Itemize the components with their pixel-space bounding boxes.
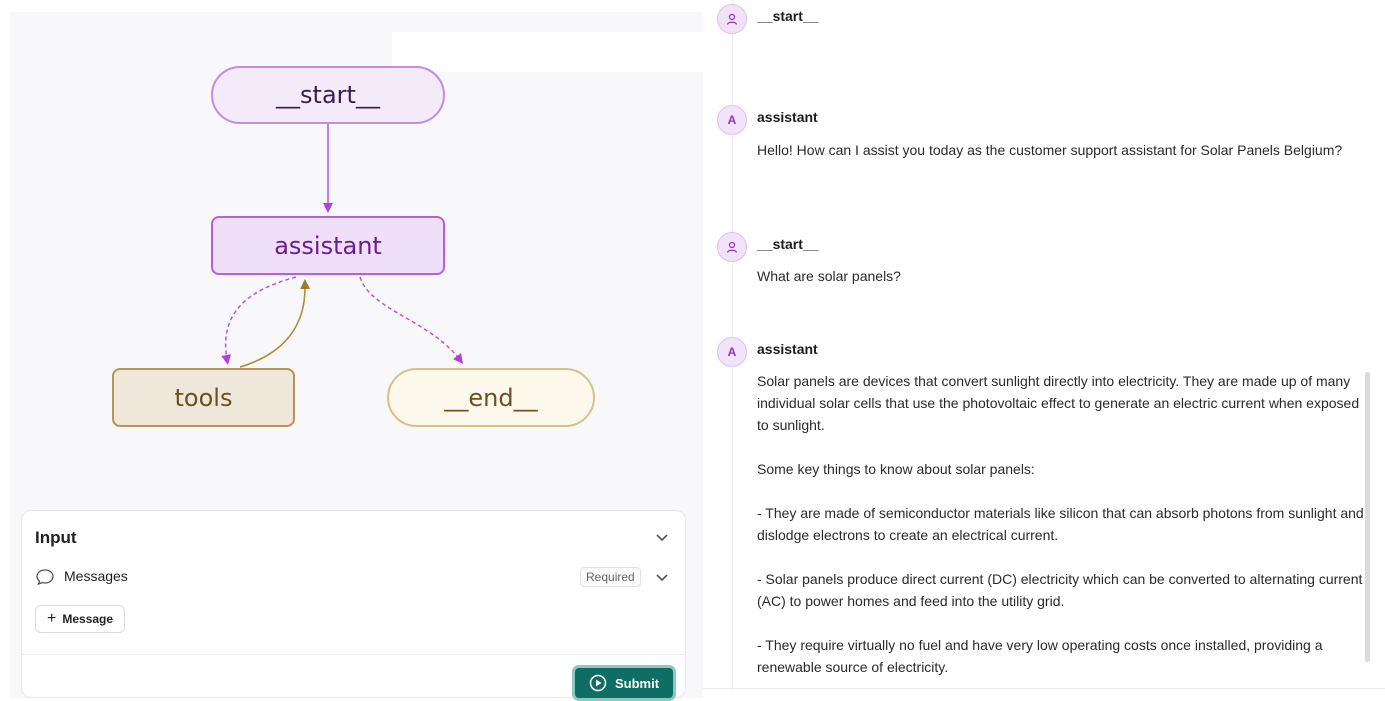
message-paragraph: - They are made of semiconductor materia…: [757, 505, 1364, 543]
message-body: What are solar panels?: [757, 265, 1367, 287]
node-start[interactable]: __start__: [211, 66, 445, 124]
submit-button[interactable]: Submit: [572, 665, 676, 701]
input-panel: Input Messages Required + Message Submit: [21, 510, 686, 701]
chat-thread[interactable]: __start__ A assistant Hello! How can I a…: [703, 0, 1385, 698]
node-assistant[interactable]: assistant: [211, 216, 445, 275]
chevron-down-icon[interactable]: [654, 569, 670, 585]
assistant-avatar: A: [717, 337, 747, 367]
required-badge: Required: [580, 567, 641, 587]
play-circle-icon: [589, 674, 607, 692]
message-role: __start__: [757, 8, 819, 24]
edge-assistant-tools: [221, 276, 297, 365]
scrollbar[interactable]: [1365, 372, 1370, 662]
plus-icon: +: [47, 610, 57, 627]
message-paragraph: Solar panels are devices that convert su…: [757, 373, 1360, 433]
message-body: Hello! How can I assist you today as the…: [757, 139, 1367, 161]
message-role: assistant: [757, 341, 818, 357]
divider: [22, 654, 685, 655]
user-icon: [717, 232, 747, 262]
chat-bubble-icon: [36, 569, 54, 586]
message-role: __start__: [757, 236, 819, 252]
user-icon: [717, 4, 747, 34]
chevron-down-icon[interactable]: [654, 529, 670, 545]
message-paragraph: - Solar panels produce direct current (D…: [757, 571, 1363, 609]
divider: [703, 688, 1385, 689]
message-paragraph: Some key things to know about solar pane…: [757, 461, 1035, 477]
submit-label: Submit: [614, 675, 660, 691]
input-title: Input: [35, 528, 77, 547]
messages-label: Messages: [64, 568, 128, 584]
message-role: assistant: [757, 109, 818, 125]
add-message-label: Message: [62, 612, 114, 626]
assistant-avatar: A: [717, 105, 747, 135]
message-paragraph: Hello! How can I assist you today as the…: [757, 142, 1343, 158]
edge-assistant-end: [359, 276, 464, 364]
node-tools[interactable]: tools: [112, 368, 295, 427]
message-paragraph: - They require virtually no fuel and hav…: [757, 637, 1323, 675]
message-paragraph: What are solar panels?: [757, 268, 901, 284]
add-message-button[interactable]: + Message: [35, 605, 126, 633]
message-body: Solar panels are devices that convert su…: [757, 370, 1367, 678]
node-end[interactable]: __end__: [387, 368, 595, 427]
